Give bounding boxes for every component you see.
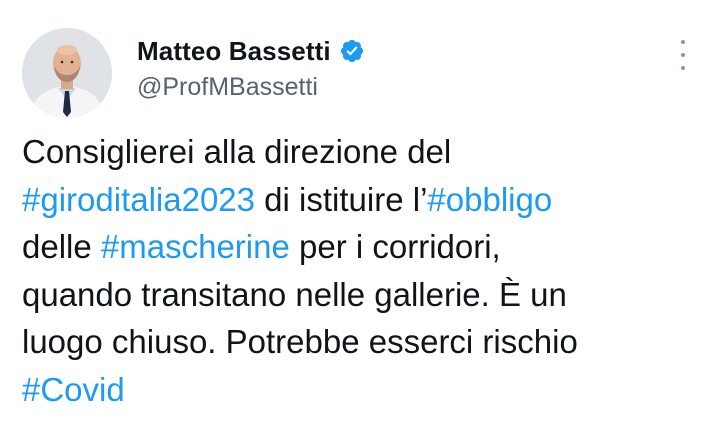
text-segment: luogo chiuso. Potrebbe esserci rischio	[22, 323, 578, 360]
dot-icon	[681, 53, 685, 57]
tweet-line: luogo chiuso. Potrebbe esserci rischio	[22, 318, 702, 366]
name-row: Matteo Bassetti	[137, 34, 365, 68]
tweet-card: Matteo Bassetti @ProfMBassetti Consiglie…	[0, 0, 720, 448]
hashtag-link[interactable]: #obbligo	[427, 181, 552, 218]
tweet-text: Consiglierei alla direzione del #girodit…	[22, 128, 702, 413]
profile-photo-icon	[22, 28, 112, 118]
tweet-line: quando transitano nelle gallerie. È un	[22, 271, 702, 319]
text-segment: Consiglierei alla direzione del	[22, 133, 452, 170]
dot-icon	[681, 40, 685, 44]
dot-icon	[681, 66, 685, 70]
hashtag-link[interactable]: #mascherine	[101, 228, 290, 265]
tweet-header: Matteo Bassetti @ProfMBassetti	[137, 34, 365, 102]
tweet-line: Consiglierei alla direzione del	[22, 128, 702, 176]
tweet-line: delle #mascherine per i corridori,	[22, 223, 702, 271]
text-segment: per i corridori,	[289, 228, 501, 265]
display-name[interactable]: Matteo Bassetti	[137, 36, 331, 67]
hashtag-link[interactable]: #Covid	[22, 371, 125, 408]
verified-badge-icon[interactable]	[339, 38, 365, 64]
user-handle[interactable]: @ProfMBassetti	[137, 73, 365, 102]
tweet-line: #giroditalia2023 di istituire l’#obbligo	[22, 176, 702, 224]
more-options-icon[interactable]	[676, 40, 690, 70]
text-segment: delle	[22, 228, 101, 265]
text-segment: quando transitano nelle gallerie. È un	[22, 275, 567, 313]
hashtag-link[interactable]: #giroditalia2023	[22, 181, 255, 218]
avatar[interactable]	[22, 28, 112, 118]
tweet-line: #Covid	[22, 366, 702, 414]
text-segment: di istituire l’	[255, 180, 428, 218]
